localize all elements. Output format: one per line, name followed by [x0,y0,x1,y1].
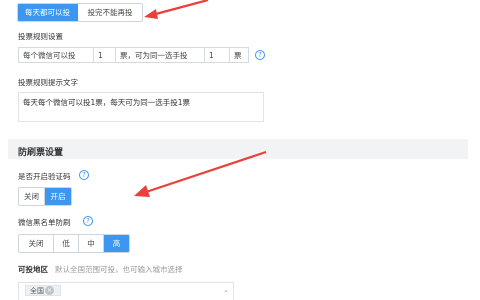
vote-rule-title: 投票规则设置 [18,32,63,41]
votes-per-wechat-input[interactable]: 1 [93,47,116,63]
blacklist-low[interactable]: 低 [54,235,79,252]
vote-rule-middle: 票，可为同一选手投 [115,47,205,63]
blacklist-level-toggle: 关闭 低 中 高 [18,234,130,253]
question-circle-icon[interactable]: ? [255,50,265,60]
votes-per-contestant-input[interactable]: 1 [204,47,230,63]
region-tag: 全国 [25,285,61,296]
captcha-on[interactable]: 开启 [45,188,71,205]
option-every-day[interactable]: 每天都可以投 [18,4,78,21]
region-tag-label: 全国 [30,286,44,295]
question-circle-icon[interactable]: ? [83,216,93,226]
annotation-arrow [134,150,267,197]
chevron-down-icon[interactable]: ⌄ [223,286,229,294]
blacklist-off[interactable]: 关闭 [19,235,54,252]
annotation-arrow [144,0,209,19]
blacklist-medium[interactable]: 中 [79,235,104,252]
captcha-label: 是否开启验证码 [18,172,71,181]
question-circle-icon[interactable]: ? [79,170,89,180]
anti-fraud-section-title: 防刷票设置 [18,148,64,158]
vote-hint-title: 投票规则提示文字 [18,78,78,87]
option-no-repeat[interactable]: 投完不能再投 [78,4,142,21]
vote-hint-textarea[interactable]: 每天每个微信可以投1票，每天可为同一选手投1票 [18,92,264,122]
vote-rule-suffix: 票 [229,47,249,63]
blacklist-label: 微信黑名单防刷 [18,218,71,227]
captcha-toggle: 关闭 开启 [18,187,72,206]
vote-frequency-toggle: 每天都可以投 投完不能再投 [17,3,143,22]
region-label: 可投地区 [18,265,48,274]
blacklist-high[interactable]: 高 [104,235,129,252]
close-icon[interactable]: × [45,286,54,295]
region-hint: 默认全国范围可投，也可输入城市选择 [55,265,183,274]
captcha-off[interactable]: 关闭 [19,188,45,205]
vote-rule-prefix: 每个微信可以投 [18,47,94,63]
